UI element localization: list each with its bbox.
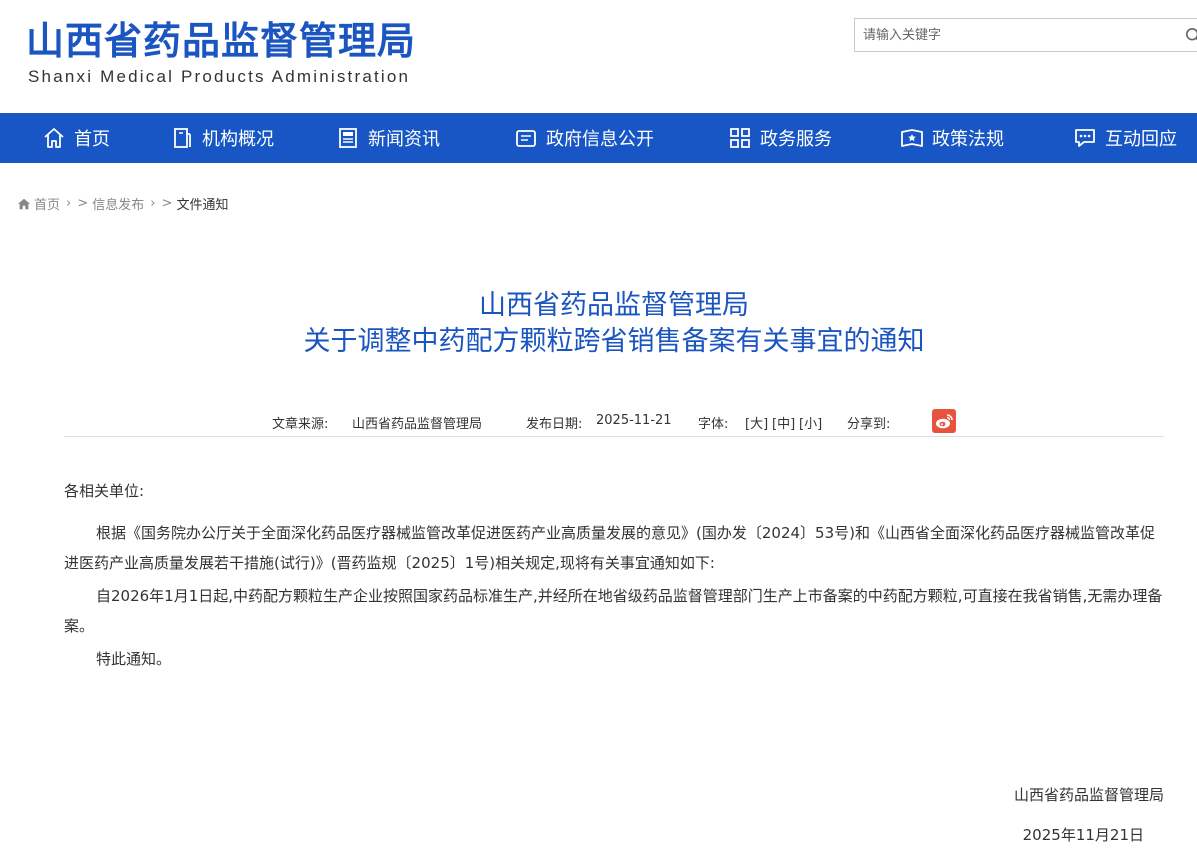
logo-english: Shanxi Medical Products Administration	[28, 67, 411, 86]
chat-icon	[1075, 129, 1095, 147]
article-title: 山西省药品监督管理局 关于调整中药配方颗粒跨省销售备案有关事宜的通知	[64, 288, 1164, 360]
nav-item-policy[interactable]: 政策法规	[900, 113, 1004, 163]
site-header: 山西省药品监督管理局 Shanxi Medical Products Admin…	[0, 0, 1197, 113]
share-label: 分享到:	[847, 417, 891, 432]
salutation: 各相关单位:	[64, 482, 145, 500]
main-nav: 首页 机构概况 新闻资讯 政府信息公开 政务服务 政策法规 互动回应	[0, 113, 1197, 163]
grid-icon	[730, 128, 750, 148]
paragraph: 自2026年1月1日起,中药配方颗粒生产企业按照国家药品标准生产,并经所在地省级…	[64, 587, 1163, 635]
building-icon	[174, 128, 191, 148]
newspaper-icon	[339, 128, 357, 148]
search-icon[interactable]	[1185, 27, 1197, 45]
breadcrumb-current: 文件通知	[176, 198, 229, 213]
nav-item-news[interactable]: 新闻资讯	[336, 113, 440, 163]
font-small-button[interactable]: [小]	[799, 413, 822, 432]
breadcrumb-separator: >	[161, 196, 177, 211]
nav-item-label: 互动回应	[1105, 129, 1177, 150]
font-label: 字体:	[698, 417, 729, 432]
font-medium-button[interactable]: [中]	[772, 413, 795, 432]
nav-item-home[interactable]: 首页	[42, 113, 110, 163]
logo-chinese[interactable]: 山西省药品监督管理局	[26, 18, 416, 64]
nav-item-label: 政府信息公开	[546, 129, 654, 150]
breadcrumb-info-release[interactable]: 信息发布	[92, 194, 144, 213]
date-label: 发布日期:	[526, 417, 583, 432]
book-icon	[901, 129, 923, 147]
font-large-button[interactable]: [大]	[745, 413, 768, 432]
chevron-right-icon: ›	[150, 196, 156, 211]
source-label: 文章来源:	[272, 417, 329, 432]
nav-item-institution[interactable]: 机构概况	[170, 113, 274, 163]
nav-item-services[interactable]: 政务服务	[728, 113, 832, 163]
nav-item-gov-info[interactable]: 政府信息公开	[514, 113, 654, 163]
search-box	[854, 18, 1197, 52]
search-input[interactable]	[855, 19, 1191, 51]
paragraph: 根据《国务院办公厅关于全面深化药品医疗器械监管改革促进医药产业高质量发展的意见》…	[64, 524, 1155, 572]
chevron-right-icon: ›	[66, 196, 72, 211]
title-line-1: 山西省药品监督管理局	[479, 290, 749, 321]
home-icon	[17, 198, 31, 209]
document-icon	[516, 130, 536, 147]
signature: 山西省药品监督管理局	[1013, 786, 1164, 804]
nav-item-label: 政策法规	[932, 129, 1004, 150]
nav-item-label: 新闻资讯	[368, 129, 440, 150]
breadcrumb: 首页 › > 信息发布 › > 文件通知	[17, 194, 229, 213]
breadcrumb-home[interactable]: 首页	[34, 194, 60, 213]
nav-item-label: 政务服务	[760, 129, 832, 150]
nav-item-label: 机构概况	[202, 129, 274, 150]
title-line-2: 关于调整中药配方颗粒跨省销售备案有关事宜的通知	[303, 326, 925, 357]
nav-item-label: 首页	[74, 129, 110, 150]
paragraph: 特此通知。	[96, 650, 172, 668]
weibo-share-icon[interactable]	[932, 409, 956, 433]
article-meta: 文章来源: 山西省药品监督管理局 发布日期: 2025-11-21 字体: [大…	[64, 408, 1164, 436]
meta-divider	[64, 436, 1164, 437]
breadcrumb-separator: >	[77, 196, 93, 211]
source-value: 山西省药品监督管理局	[352, 417, 483, 432]
date-value: 2025-11-21	[596, 413, 672, 428]
home-icon	[44, 128, 64, 148]
signature-date: 2025年11月21日	[1022, 826, 1144, 844]
article-body: 各相关单位: 根据《国务院办公厅关于全面深化药品医疗器械监管改革促进医药产业高质…	[64, 476, 1164, 677]
nav-item-interaction[interactable]: 互动回应	[1073, 113, 1177, 163]
